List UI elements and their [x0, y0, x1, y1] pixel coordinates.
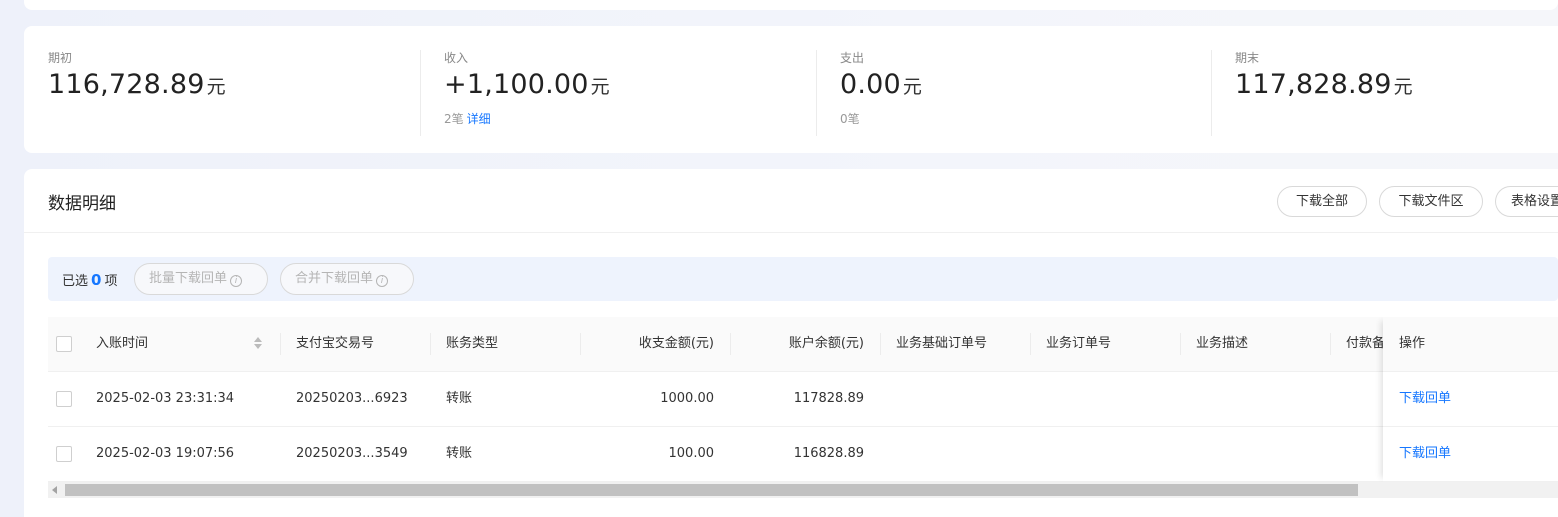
stat-closing: 期末 117,828.89 元: [1235, 50, 1413, 136]
closing-amount: 117,828.89: [1235, 69, 1392, 100]
info-icon: i: [230, 275, 243, 287]
col-separator: [1330, 333, 1331, 355]
sort-icon[interactable]: [254, 337, 262, 351]
stat-opening: 期初 116,728.89 元: [48, 50, 226, 136]
stat-value: 116,728.89 元: [48, 69, 226, 101]
table-row: 2025-02-03 19:07:56 20250203...3549 转账 1…: [48, 427, 1558, 482]
cell-type: 转账: [446, 446, 473, 461]
stat-expense: 支出 0.00 元 0笔: [840, 50, 922, 136]
col-separator: [430, 333, 431, 355]
row-checkbox[interactable]: [56, 391, 72, 407]
stat-value: 117,828.89 元: [1235, 69, 1413, 101]
top-card: [24, 0, 1558, 10]
summary-panel: 期初 116,728.89 元 收入 +1,100.00 元 2笔 详细 支出 0.0…: [24, 26, 1558, 153]
download-receipt-link[interactable]: 下载回单: [1399, 372, 1451, 426]
expense-sub: 0笔: [840, 110, 922, 127]
divider: [1211, 50, 1212, 136]
income-sub: 2笔 详细: [444, 110, 610, 127]
merge-download-button[interactable]: 合并下载回单 i: [280, 263, 414, 295]
unit: 元: [902, 76, 922, 98]
stat-label: 期初: [48, 51, 73, 65]
col-operation: 操作: [1399, 336, 1426, 351]
unit: 元: [590, 76, 610, 98]
cell-trade-no: 20250203...6923: [296, 391, 408, 406]
cell-trade-no: 20250203...3549: [296, 446, 408, 461]
operation-column: 操作 下载回单 下载回单: [1383, 317, 1558, 482]
download-receipt-link[interactable]: 下载回单: [1399, 427, 1451, 481]
data-table: 入账时间 支付宝交易号 账务类型 收支金额(元) 账户余额(元) 业务基础订单号…: [48, 317, 1558, 482]
table-row: 2025-02-03 23:31:34 20250203...6923 转账 1…: [48, 372, 1558, 427]
detail-title: 数据明细: [48, 194, 116, 214]
cell-amount: 100.00: [668, 446, 715, 461]
scroll-thumb[interactable]: [65, 484, 1358, 496]
col-separator: [1030, 333, 1031, 355]
batch-download-label: 批量下载回单: [149, 271, 228, 286]
operation-row: 下载回单: [1383, 427, 1558, 482]
selection-bar: 已选 0 项 批量下载回单 i 合并下载回单 i: [48, 257, 1558, 301]
stat-label: 收入: [444, 51, 469, 65]
cell-amount: 1000.00: [660, 391, 714, 406]
stat-label: 期末: [1235, 51, 1260, 65]
scroll-left-icon[interactable]: [52, 486, 57, 494]
col-amount: 收支金额(元): [638, 336, 714, 351]
table-settings-button[interactable]: 表格设置: [1495, 186, 1558, 217]
horizontal-scrollbar[interactable]: [48, 482, 1558, 498]
row-checkbox[interactable]: [56, 446, 72, 462]
operation-row: 下载回单: [1383, 372, 1558, 427]
detail-header: 数据明细 下载全部 下载文件区 表格设置: [24, 169, 1558, 233]
info-icon: i: [376, 275, 389, 287]
stat-value: +1,100.00 元: [444, 69, 610, 101]
col-order-no: 业务订单号: [1046, 336, 1112, 351]
detail-panel: 数据明细 下载全部 下载文件区 表格设置 已选 0 项 批量下载回单 i 合并下载回单…: [24, 169, 1558, 517]
stat-income: 收入 +1,100.00 元 2笔 详细: [444, 50, 610, 136]
cell-time: 2025-02-03 19:07:56: [96, 446, 235, 461]
select-all-checkbox[interactable]: [56, 336, 72, 352]
selection-suffix: 项: [104, 274, 118, 289]
col-separator: [1180, 333, 1181, 355]
income-amount: +1,100.00: [444, 69, 589, 100]
download-all-button[interactable]: 下载全部: [1277, 186, 1367, 217]
unit: 元: [1393, 76, 1413, 98]
col-type: 账务类型: [446, 336, 499, 351]
col-payment-note: 付款备注: [1346, 336, 1386, 351]
col-trade-no: 支付宝交易号: [296, 336, 375, 351]
income-count: 2笔: [444, 112, 464, 126]
cell-time: 2025-02-03 23:31:34: [96, 391, 235, 406]
divider: [420, 50, 421, 136]
cell-balance: 117828.89: [793, 391, 864, 406]
batch-download-button[interactable]: 批量下载回单 i: [134, 263, 268, 295]
opening-amount: 116,728.89: [48, 69, 205, 100]
col-balance: 账户余额(元): [788, 336, 864, 351]
cell-type: 转账: [446, 391, 473, 406]
col-separator: [580, 333, 581, 355]
col-base-order-no: 业务基础订单号: [896, 336, 988, 351]
download-files-button[interactable]: 下载文件区: [1379, 186, 1483, 217]
stat-label: 支出: [840, 51, 865, 65]
table-header: 入账时间 支付宝交易号 账务类型 收支金额(元) 账户余额(元) 业务基础订单号…: [48, 317, 1558, 372]
col-description: 业务描述: [1196, 336, 1249, 351]
col-separator: [280, 333, 281, 355]
selection-count-text: 已选 0 项: [62, 270, 117, 289]
expense-count: 0笔: [840, 112, 860, 126]
expense-amount: 0.00: [840, 69, 901, 100]
operation-header: 操作: [1383, 317, 1558, 372]
col-time[interactable]: 入账时间: [96, 317, 246, 371]
col-separator: [730, 333, 731, 355]
cell-balance: 116828.89: [793, 446, 864, 461]
divider: [816, 50, 817, 136]
unit: 元: [206, 76, 226, 98]
selection-count: 0: [91, 271, 102, 289]
stat-value: 0.00 元: [840, 69, 922, 101]
col-separator: [880, 333, 881, 355]
selection-prefix: 已选: [62, 274, 89, 289]
merge-download-label: 合并下载回单: [295, 271, 374, 286]
income-detail-link[interactable]: 详细: [467, 112, 491, 126]
